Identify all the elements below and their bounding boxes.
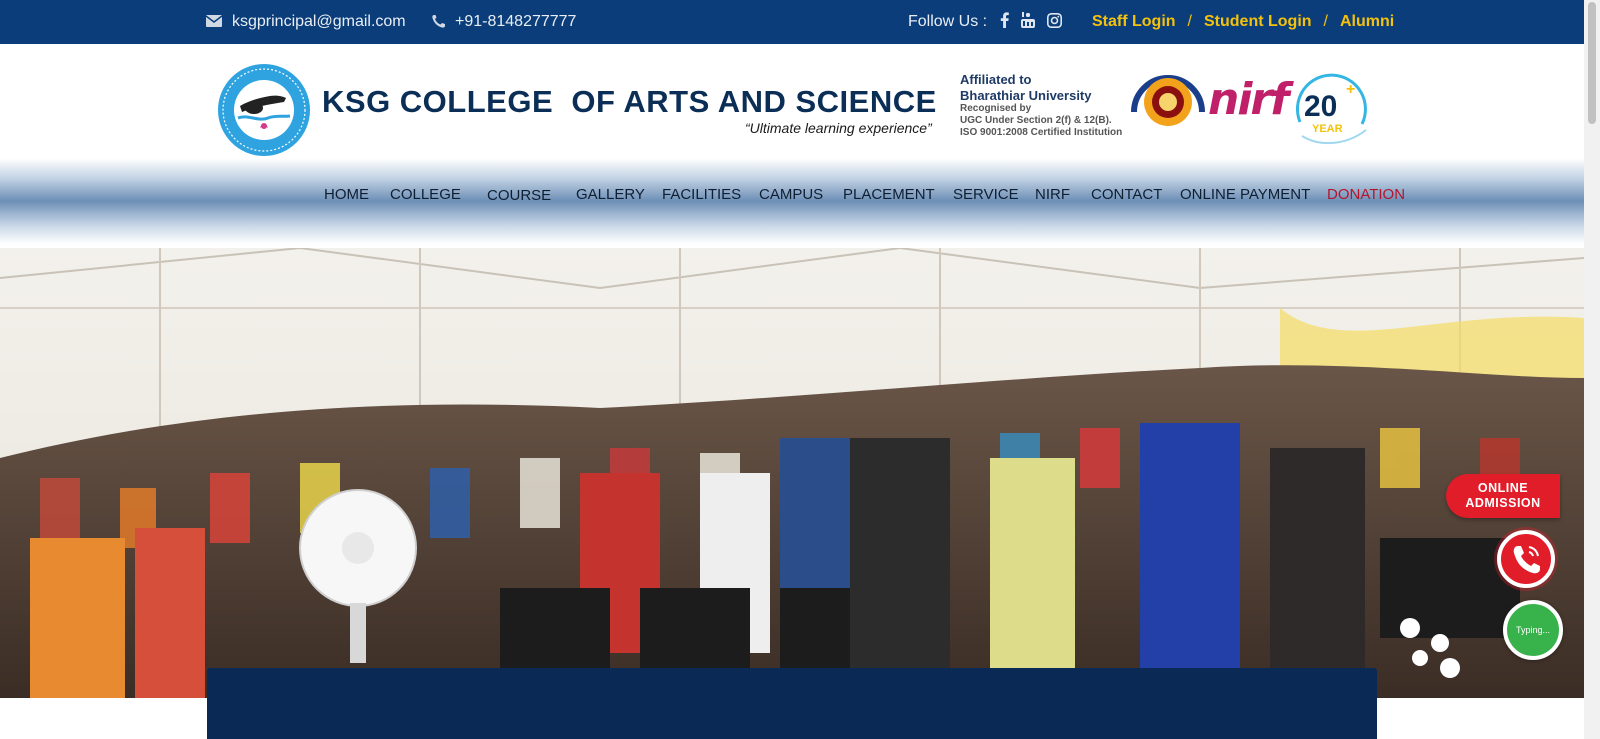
iso-line: ISO 9001:2008 Certified Institution	[960, 127, 1123, 139]
nav-nirf[interactable]: NIRF	[1035, 186, 1070, 203]
content-panel	[207, 668, 1377, 739]
nav-gallery[interactable]: GALLERY	[576, 186, 645, 203]
nav-home[interactable]: HOME	[324, 186, 369, 203]
contact-email[interactable]: ksgprincipal@gmail.com	[205, 0, 406, 44]
year-word: YEAR	[1312, 123, 1343, 135]
admission-line-1: ONLINE	[1477, 481, 1529, 495]
phone-icon	[1513, 546, 1540, 574]
hero-banner-image	[0, 248, 1584, 698]
nav-facilities[interactable]: FACILITIES	[662, 186, 741, 203]
year-plus: +	[1346, 81, 1355, 98]
nav-college[interactable]: COLLEGE	[390, 186, 461, 203]
year-number: 20	[1304, 90, 1337, 123]
ugc-line: UGC Under Section 2(f) & 12(B).	[960, 115, 1112, 127]
admission-line-2: ADMISSION	[1465, 496, 1541, 510]
page: ksgprincipal@gmail.com +91-8148277777 Fo…	[0, 0, 1600, 739]
youtube-icon[interactable]	[1021, 12, 1035, 32]
college-name[interactable]: KSG COLLEGE OF ARTS AND SCIENCE	[322, 84, 937, 120]
nav-campus[interactable]: CAMPUS	[759, 186, 823, 203]
site-header: KSG COLLEGE OF ARTS AND SCIENCE “Ultimat…	[0, 44, 1584, 158]
top-bar: ksgprincipal@gmail.com +91-8148277777 Fo…	[0, 0, 1584, 44]
chat-status: Typing...	[1515, 625, 1551, 635]
login-links: Staff Login / Student Login / Alumni	[1092, 0, 1394, 44]
recognised-line: Recognised by	[960, 103, 1032, 115]
call-button[interactable]	[1497, 530, 1555, 588]
social-links	[1000, 0, 1062, 44]
nav-course[interactable]: COURSE	[487, 187, 551, 204]
nav-donation[interactable]: DONATION	[1327, 186, 1405, 203]
nav-contact[interactable]: CONTACT	[1091, 186, 1162, 203]
bharathiar-university-seal	[1130, 72, 1206, 138]
phone-icon	[432, 14, 445, 31]
envelope-icon	[205, 14, 223, 30]
instagram-icon[interactable]	[1047, 12, 1062, 32]
separator: /	[1187, 13, 1192, 30]
facebook-icon[interactable]	[1000, 12, 1009, 32]
nav-placement[interactable]: PLACEMENT	[843, 186, 935, 203]
staff-login-link[interactable]: Staff Login	[1092, 13, 1176, 31]
tagline: “Ultimate learning experience”	[745, 120, 932, 136]
nav-service[interactable]: SERVICE	[953, 186, 1019, 203]
email-text: ksgprincipal@gmail.com	[232, 13, 406, 30]
page-scrollbar[interactable]	[1584, 0, 1600, 739]
chat-widget-button[interactable]: Typing...	[1503, 600, 1563, 660]
university-line: Bharathiar University	[960, 87, 1092, 103]
phone-text: +91-8148277777	[455, 13, 577, 30]
college-logo[interactable]	[210, 62, 318, 158]
scrollbar-thumb[interactable]	[1588, 2, 1596, 124]
follow-us-label: Follow Us :	[908, 13, 988, 30]
affiliation-block: Affiliated to Bharathiar University Reco…	[960, 72, 1140, 139]
20-year-badge: 20 + YEAR	[1292, 72, 1370, 150]
main-nav: HOME COLLEGE COURSE GALLERY FACILITIES C…	[0, 158, 1584, 244]
alumni-link[interactable]: Alumni	[1340, 13, 1394, 31]
student-login-link[interactable]: Student Login	[1204, 13, 1312, 31]
online-admission-button[interactable]: ONLINE ADMISSION	[1446, 474, 1560, 518]
affiliated-line: Affiliated to	[960, 72, 1032, 87]
contact-phone[interactable]: +91-8148277777	[432, 0, 576, 44]
separator: /	[1323, 13, 1328, 30]
nav-online-payment[interactable]: ONLINE PAYMENT	[1180, 186, 1310, 203]
nirf-logo: nirf	[1208, 74, 1289, 125]
